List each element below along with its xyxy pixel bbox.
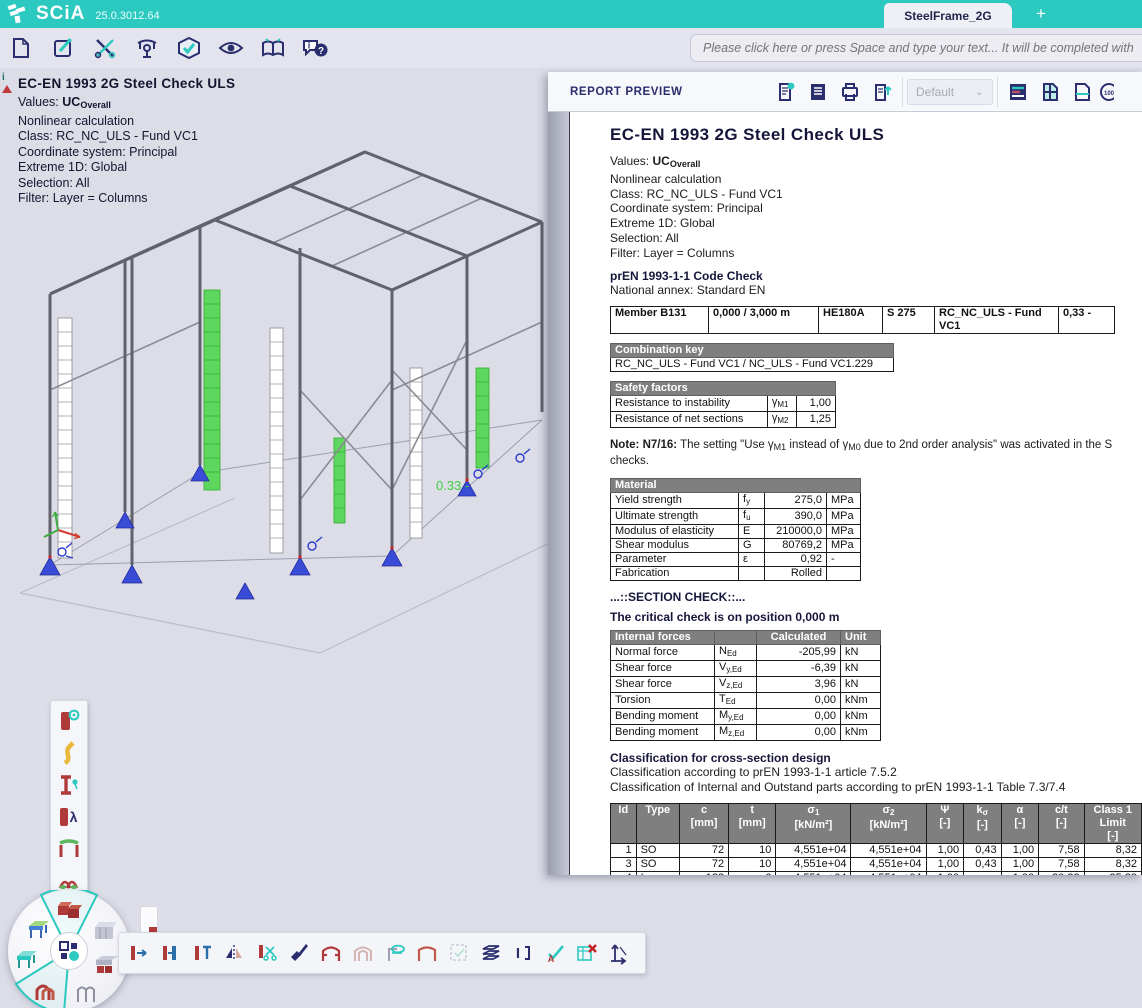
- extend-member-icon[interactable]: [123, 936, 155, 970]
- legend-title: EC-EN 1993 2G Steel Check ULS: [18, 76, 235, 91]
- report-values-line: Values: UCOverall: [610, 154, 1142, 172]
- report-preview-title: REPORT PREVIEW: [570, 86, 770, 98]
- display-settings-icon[interactable]: [1002, 77, 1034, 107]
- modify-toolbar: I A: [118, 932, 646, 974]
- layers-icon[interactable]: [475, 936, 507, 970]
- info-icon[interactable]: i: [2, 72, 15, 98]
- code-check-title: prEN 1993-1-1 Code Check: [610, 269, 1142, 283]
- material-table: Material Yield strengthfy275,0MPa Ultima…: [610, 478, 861, 581]
- white-frames-icon[interactable]: [74, 980, 100, 1006]
- project-tab[interactable]: SteelFrame_2G: [884, 3, 1012, 28]
- mirror-icon[interactable]: [219, 936, 251, 970]
- chevron-down-icon: ⌄: [975, 85, 984, 98]
- report-page-area[interactable]: EC-EN 1993 2G Steel Check ULS Values: UC…: [548, 112, 1142, 875]
- new-project-icon[interactable]: [0, 31, 42, 65]
- critical-check-line: The critical check is on position 0,000 …: [610, 610, 1142, 624]
- title-bar: SCiA 25.0.3012.64 SteelFrame_2G +: [0, 0, 1142, 28]
- property-brush-icon[interactable]: [283, 936, 315, 970]
- combination-key-table: Combination key RC_NC_ULS - Fund VC1 / N…: [610, 343, 894, 372]
- svg-text:i: i: [308, 41, 311, 51]
- fit-width-icon[interactable]: [1034, 77, 1066, 107]
- portal-frame-icon[interactable]: [411, 936, 443, 970]
- help-icon[interactable]: i?: [294, 31, 336, 65]
- legend-values: Values: UCOverall: [18, 95, 235, 114]
- report-title: EC-EN 1993 2G Steel Check ULS: [610, 125, 1142, 145]
- selection-box-icon[interactable]: [443, 936, 475, 970]
- haunch-icon[interactable]: [54, 833, 84, 865]
- check-model-icon[interactable]: [168, 31, 210, 65]
- curved-member-icon[interactable]: [54, 737, 84, 769]
- svg-text:λ: λ: [70, 809, 78, 825]
- member-summary-table: Member B131 0,000 / 3,000 m HE180A S 275…: [610, 306, 1115, 334]
- safety-factors-table: Safety factors Resistance to instability…: [610, 381, 836, 428]
- cut-member-icon[interactable]: [251, 936, 283, 970]
- fit-page-icon[interactable]: [1066, 77, 1098, 107]
- frame-layers-icon[interactable]: [379, 936, 411, 970]
- svg-text:A: A: [548, 954, 555, 964]
- slab-icon[interactable]: [94, 952, 120, 978]
- radial-menu[interactable]: [8, 890, 130, 1008]
- print-icon[interactable]: [834, 77, 866, 107]
- svg-text:100: 100: [1104, 91, 1114, 97]
- brand-name: SCiA: [36, 3, 85, 25]
- report-preview-panel: REPORT PREVIEW Default ⌄ 100 EC-EN 1993 …: [548, 72, 1142, 875]
- report-preview-header: REPORT PREVIEW Default ⌄ 100: [548, 72, 1142, 112]
- view-eye-icon[interactable]: [210, 31, 252, 65]
- red-arch-icon[interactable]: [34, 978, 60, 1004]
- gray-cubes-icon[interactable]: [92, 918, 118, 944]
- command-line-input[interactable]: [690, 34, 1142, 62]
- buckling-lambda-icon[interactable]: λ: [54, 801, 84, 833]
- classification-title: Classification for cross-section design: [610, 751, 1142, 765]
- member-settings-icon[interactable]: [54, 705, 84, 737]
- svg-text:I: I: [516, 945, 520, 962]
- text-cursor-icon[interactable]: I: [507, 936, 539, 970]
- svg-text:?: ?: [318, 46, 324, 57]
- note-line: Note: N7/16: The setting "Use γM1 instea…: [610, 438, 1142, 454]
- insert-node-icon[interactable]: [187, 936, 219, 970]
- classification-table: Id Type c[mm] t[mm] σ1[kN/m²] σ2[kN/m²] …: [610, 803, 1142, 875]
- zoom-100-icon[interactable]: 100: [1098, 77, 1114, 107]
- report-style-dropdown[interactable]: Default ⌄: [907, 79, 993, 105]
- export-report-icon[interactable]: [866, 77, 898, 107]
- frame-template-faded-icon[interactable]: [347, 936, 379, 970]
- new-tab-button[interactable]: +: [1030, 3, 1052, 25]
- teal-table-icon[interactable]: [14, 946, 40, 972]
- national-annex: National annex: Standard EN: [610, 283, 1142, 298]
- app-window: SCiA 25.0.3012.64 SteelFrame_2G + i?: [0, 0, 1142, 1008]
- radial-menu-center[interactable]: [50, 932, 88, 970]
- section-check-heading: ...::SECTION CHECK::...: [610, 590, 1142, 604]
- center-grid-icon: [58, 940, 80, 962]
- frame-template-icon[interactable]: [315, 936, 347, 970]
- green-table-icon[interactable]: [26, 916, 52, 942]
- process-toolbar: λ: [50, 700, 88, 906]
- tools-icon[interactable]: [84, 31, 126, 65]
- edit-icon[interactable]: [42, 31, 84, 65]
- supports-icon[interactable]: [126, 31, 168, 65]
- toolbar-separator: [902, 77, 903, 107]
- bricks-icon[interactable]: [56, 898, 82, 924]
- warning-triangle-icon: [2, 85, 12, 93]
- page-margin: [548, 112, 569, 875]
- report-page: EC-EN 1993 2G Steel Check ULS Values: UC…: [569, 112, 1142, 875]
- result-value-label: 0.33 -: [436, 478, 469, 493]
- app-version: 25.0.3012.64: [95, 10, 159, 22]
- connect-members-icon[interactable]: [155, 936, 187, 970]
- library-book-icon[interactable]: [252, 31, 294, 65]
- delete-table-icon[interactable]: [571, 936, 603, 970]
- cross-section-icon[interactable]: [54, 769, 84, 801]
- toolbar-separator: [997, 77, 998, 107]
- scia-logo-icon: [6, 3, 32, 25]
- new-chapter-icon[interactable]: [770, 77, 802, 107]
- dimension-icon[interactable]: [603, 936, 635, 970]
- internal-forces-table: Internal forcesCalculatedUnit Normal for…: [610, 630, 881, 741]
- insert-container-icon[interactable]: [802, 77, 834, 107]
- check-style-icon[interactable]: A: [539, 936, 571, 970]
